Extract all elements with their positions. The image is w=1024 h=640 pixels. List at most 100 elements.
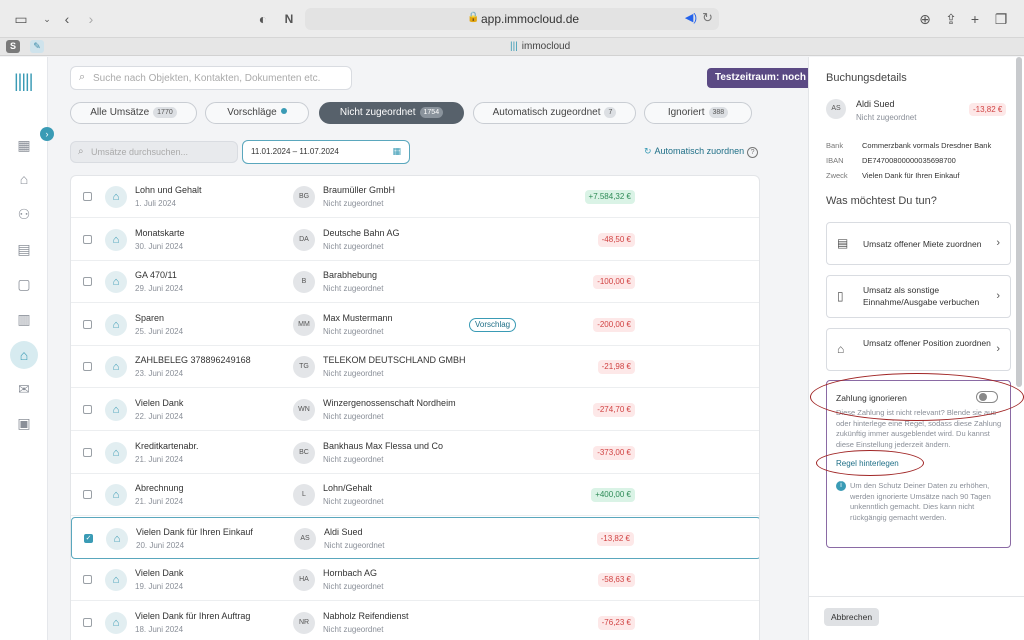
- rule-link[interactable]: Regel hinterlegen: [836, 459, 899, 468]
- pinned-tab-icon[interactable]: S: [6, 40, 20, 53]
- bank-label: Bank: [826, 141, 844, 150]
- row-checkbox[interactable]: [83, 319, 92, 329]
- row-checkbox[interactable]: [83, 234, 92, 244]
- tabs-overview-icon[interactable]: ❐: [992, 10, 1010, 28]
- assignment-status: Nicht zugeordnet: [323, 326, 384, 336]
- help-icon[interactable]: ?: [747, 147, 759, 158]
- new-tab-icon[interactable]: +: [966, 10, 984, 28]
- row-checkbox[interactable]: [83, 490, 92, 500]
- chart-icon[interactable]: ▥: [12, 307, 36, 331]
- global-search[interactable]: ⌕: [70, 66, 352, 90]
- avatar: L: [293, 484, 315, 507]
- cancel-button[interactable]: Abbrechen: [824, 608, 879, 626]
- counterparty-name: Aldi Sued: [324, 526, 363, 537]
- lock-icon: 🔒: [467, 12, 480, 23]
- bank-icon[interactable]: ⌂: [10, 341, 38, 369]
- chevron-down-icon[interactable]: ⌄: [38, 10, 56, 28]
- ignore-description: Diese Zahlung ist nicht relevant? Blende…: [836, 408, 1002, 449]
- counterparty-name: Hornbach AG: [323, 568, 378, 579]
- transaction-search[interactable]: ⌕: [70, 141, 238, 163]
- row-checkbox[interactable]: [83, 618, 92, 627]
- transaction-date: 21. Juni 2024: [135, 497, 184, 507]
- search-icon: ⌕: [78, 146, 84, 157]
- logo-icon[interactable]: |||||: [14, 71, 33, 92]
- avatar: TG: [293, 356, 315, 379]
- transaction-search-input[interactable]: [91, 144, 231, 160]
- row-checkbox[interactable]: [83, 362, 92, 372]
- table-row[interactable]: ⌂ Vielen Dank 22. Juni 2024 WN Winzergenosse…: [71, 389, 759, 431]
- contacts-icon[interactable]: ⚇: [12, 202, 36, 226]
- counterparty-name: Nabholz Reifendienst: [323, 611, 409, 621]
- notion-icon[interactable]: N: [280, 10, 298, 28]
- auto-assign-button[interactable]: ↻ Automatisch zuordnen?: [644, 146, 759, 158]
- book-other-income-button[interactable]: ▯ Umsatz als sonstige Einnahme/Ausgabe v…: [826, 275, 1011, 318]
- amount-badge: -76,23 €: [597, 616, 635, 630]
- row-checkbox[interactable]: [83, 277, 92, 287]
- share-icon[interactable]: ⇪: [942, 10, 960, 28]
- row-checkbox[interactable]: [83, 447, 92, 457]
- home-icon: ⌂: [105, 441, 127, 464]
- document-icon[interactable]: ▢: [12, 272, 36, 296]
- building-icon[interactable]: ▤: [12, 237, 36, 261]
- panel-divider: [808, 596, 1024, 597]
- ignore-payment-card: Zahlung ignorieren Diese Zahlung ist nic…: [826, 380, 1011, 548]
- assign-open-position-button[interactable]: ⌂ Umsatz offener Position zuordnen ›: [826, 328, 1011, 371]
- pinned-tab-icon[interactable]: ✎: [30, 40, 44, 53]
- active-tab[interactable]: ||| immocloud: [510, 41, 570, 52]
- avatar: B: [293, 271, 315, 294]
- reload-icon[interactable]: ↻: [702, 10, 713, 26]
- toggle-knob: [979, 393, 987, 401]
- avatar: BG: [293, 186, 315, 208]
- search-input[interactable]: [93, 69, 348, 87]
- tab-ignored[interactable]: Ignoriert 388: [644, 102, 752, 124]
- table-row[interactable]: ⌂ Monatskarte 30. Juni 2024 DA Deutsche Bahn…: [71, 219, 759, 261]
- row-checkbox[interactable]: [83, 575, 92, 585]
- status-dot: [280, 108, 287, 114]
- back-icon[interactable]: ‹: [58, 10, 76, 28]
- table-row[interactable]: ⌂ Vielen Dank 19. Juni 2024 HA Hornbach AG Ni…: [71, 559, 759, 602]
- tab-bar: S ✎ ||| immocloud: [0, 38, 1024, 56]
- tab-auto-assigned[interactable]: Automatisch zugeordnet 7: [473, 102, 636, 124]
- tab-suggestions[interactable]: Vorschläge: [205, 102, 309, 124]
- table-row[interactable]: ✓ ⌂ Vielen Dank für Ihren Einkauf 20. Juni …: [71, 516, 759, 559]
- panel-title: Buchungsdetails: [826, 72, 907, 84]
- speaker-icon[interactable]: ◀): [685, 11, 697, 24]
- address-bar[interactable]: 🔒 app.immocloud.de ◀) ↻: [305, 8, 719, 30]
- mail-icon[interactable]: ✉: [12, 377, 36, 401]
- ignore-toggle[interactable]: [976, 391, 998, 403]
- receipt-icon: ▯: [837, 289, 844, 303]
- forward-icon[interactable]: ›: [82, 10, 100, 28]
- shield-icon[interactable]: ◐: [254, 10, 272, 28]
- row-checkbox[interactable]: [83, 405, 92, 414]
- trial-badge[interactable]: Testzeitraum: noch 356: [707, 68, 810, 88]
- table-row[interactable]: ⌂ ZAHLBELEG 378896249168 23. Juni 2024 TG TE…: [71, 346, 759, 389]
- suggestion-badge[interactable]: Vorschlag: [469, 317, 517, 332]
- tab-label: Automatisch zugeordnet: [492, 107, 601, 118]
- tab-unassigned[interactable]: Nicht zugeordnet 1754: [319, 102, 464, 124]
- tab-count: 1770: [153, 107, 177, 118]
- archive-icon[interactable]: ▣: [12, 411, 36, 435]
- dashboard-icon[interactable]: ▦: [12, 133, 36, 157]
- download-icon[interactable]: ⊕: [916, 10, 934, 28]
- chevron-right-icon[interactable]: ›: [40, 127, 54, 141]
- tab-all-transactions[interactable]: Alle Umsätze 1770: [70, 102, 197, 124]
- sidebar-toggle-icon[interactable]: ▭: [12, 10, 30, 28]
- table-row[interactable]: ⌂ GA 470/11 29. Juni 2024 B Barabhebung Nicht…: [71, 261, 759, 304]
- date-range-picker[interactable]: 11.01.2024 – 11.07.2024 ▦: [242, 140, 410, 164]
- table-row[interactable]: ⌂ Sparen 25. Juni 2024 MM Max Mustermann Nich…: [71, 304, 759, 346]
- row-checkbox[interactable]: ✓: [84, 533, 93, 543]
- home-icon[interactable]: ⌂: [12, 167, 36, 191]
- table-row[interactable]: ⌂ Lohn und Gehalt 1. Juli 2024 BG Braumüller…: [71, 176, 759, 218]
- avatar: AS: [294, 527, 316, 550]
- table-row[interactable]: ⌂ Vielen Dank für Ihren Auftrag 18. Juni 2…: [71, 602, 759, 640]
- scrollbar[interactable]: [1016, 57, 1022, 387]
- tab-count: 1754: [419, 107, 444, 118]
- amount-badge: +7.584,32 €: [584, 190, 635, 204]
- table-row[interactable]: ⌂ Abrechnung 21. Juni 2024 L Lohn/Gehalt Nich…: [71, 474, 759, 517]
- row-checkbox[interactable]: [83, 192, 92, 201]
- table-row[interactable]: ⌂ Kreditkartenabr. 21. Juni 2024 BC Bankhaus…: [71, 432, 759, 474]
- action-label: Umsatz als sonstige Einnahme/Ausgabe ver…: [863, 285, 980, 307]
- counterparty-name: TELEKOM DEUTSCHLAND GMBH: [323, 355, 466, 366]
- assignment-status: Nicht zugeordnet: [323, 412, 384, 421]
- assign-open-rent-button[interactable]: ▤ Umsatz offener Miete zuordnen ›: [826, 222, 1011, 265]
